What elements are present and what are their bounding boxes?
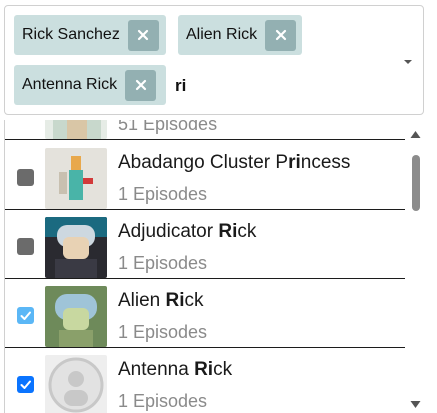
- arrow-down-icon[interactable]: [410, 400, 421, 409]
- option-item[interactable]: Adjudicator Rick 1 Episodes: [5, 211, 405, 279]
- menu-scrollbar[interactable]: [405, 120, 425, 413]
- option-episodes: 1 Episodes: [118, 184, 208, 204]
- checkmark-icon: [20, 380, 31, 389]
- chip-label: Rick Sanchez: [22, 26, 120, 43]
- option-item[interactable]: Alien Rick 1 Episodes: [5, 280, 405, 348]
- chip-remove-button[interactable]: [127, 19, 159, 51]
- selected-chip: Antenna Rick: [14, 65, 166, 105]
- option-name: Alien Rick: [118, 290, 204, 311]
- checkbox[interactable]: [17, 376, 34, 393]
- option-name: Antenna Rick: [118, 359, 233, 380]
- chevron-down-icon[interactable]: [403, 58, 413, 66]
- checkbox[interactable]: [17, 307, 34, 324]
- option-episodes: 51 Episodes: [118, 120, 218, 134]
- option-name: Abadango Cluster Princess: [118, 152, 351, 173]
- option-episodes: 1 Episodes: [118, 253, 208, 273]
- option-item[interactable]: Antenna Rick 1 Episodes: [5, 349, 405, 413]
- character-thumbnail: [45, 217, 107, 278]
- close-icon: [135, 79, 146, 91]
- search-input[interactable]: [175, 74, 295, 98]
- chip-label: Antenna Rick: [22, 76, 118, 93]
- selected-chip: Alien Rick: [178, 15, 302, 55]
- character-thumbnail: [45, 148, 107, 209]
- multi-select-control[interactable]: Rick Sanchez Alien Rick Antenna Rick: [4, 5, 424, 115]
- chip-remove-button[interactable]: [125, 69, 157, 101]
- scrollbar-thumb[interactable]: [412, 155, 420, 211]
- selected-chip: Rick Sanchez: [14, 15, 166, 55]
- character-thumbnail: [45, 355, 107, 413]
- options-menu: 51 Episodes Abadango Cluster Princess 1 …: [4, 120, 426, 413]
- arrow-up-icon[interactable]: [410, 130, 421, 139]
- close-icon: [138, 29, 149, 41]
- chip-label: Alien Rick: [186, 26, 258, 43]
- option-episodes: 1 Episodes: [118, 322, 208, 342]
- chip-remove-button[interactable]: [265, 19, 297, 51]
- checkmark-icon: [20, 311, 31, 320]
- checkbox[interactable]: [17, 238, 34, 255]
- close-icon: [275, 29, 286, 41]
- option-name: Adjudicator Rick: [118, 221, 257, 242]
- character-thumbnail: [45, 120, 107, 139]
- checkbox[interactable]: [17, 169, 34, 186]
- character-thumbnail: [45, 286, 107, 347]
- option-item[interactable]: Abadango Cluster Princess 1 Episodes: [5, 142, 405, 210]
- option-item[interactable]: 51 Episodes: [5, 120, 405, 140]
- option-episodes: 1 Episodes: [118, 391, 208, 411]
